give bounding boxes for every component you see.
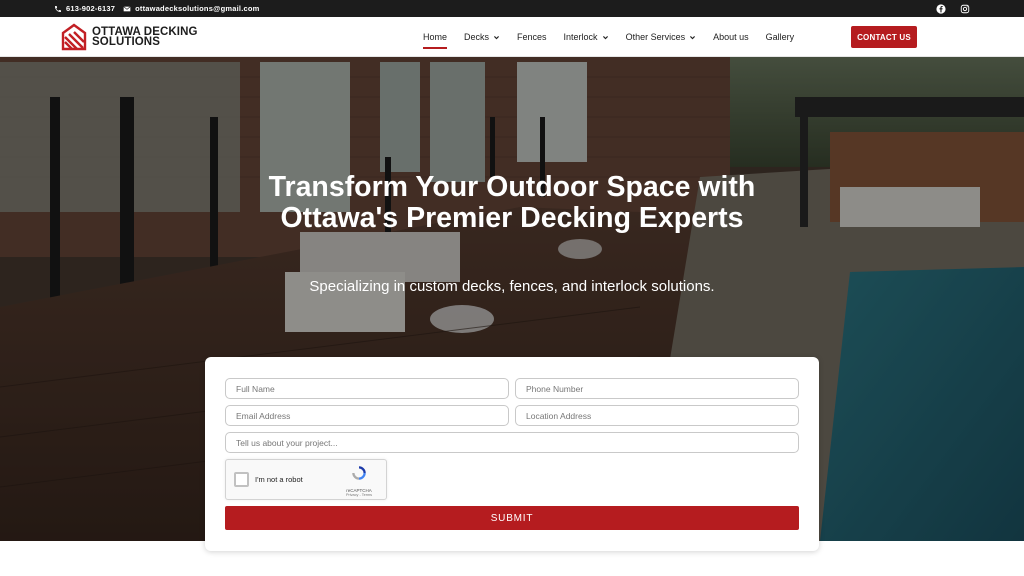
quote-form-card: Full Name Phone Number Email Address Loc… xyxy=(205,357,819,551)
nav-other-services[interactable]: Other Services xyxy=(626,17,697,57)
email-text: ottawadecksolutions@gmail.com xyxy=(135,4,260,13)
submit-button[interactable]: SUBMIT xyxy=(225,506,799,530)
site-header: OTTAWA DECKING SOLUTIONS Home Decks Fenc… xyxy=(0,17,1024,57)
chevron-down-icon xyxy=(602,35,608,39)
main-nav: Home Decks Fences Interlock Other Servic… xyxy=(423,17,794,57)
recaptcha-widget: I'm not a robot reCAPTCHA Privacy - Term… xyxy=(225,459,387,500)
recaptcha-brand: reCAPTCHA Privacy - Terms xyxy=(338,464,380,497)
nav-home-label: Home xyxy=(423,32,448,42)
contact-info: 613-902-6137 ottawadecksolutions@gmail.c… xyxy=(54,0,260,17)
nav-fences-label: Fences xyxy=(517,32,547,42)
nav-interlock[interactable]: Interlock xyxy=(564,17,609,57)
contact-us-button[interactable]: CONTACT US xyxy=(851,26,917,48)
envelope-icon xyxy=(123,5,131,11)
instagram-icon[interactable] xyxy=(960,4,970,14)
recaptcha-links[interactable]: Privacy - Terms xyxy=(338,493,380,497)
logo-text: OTTAWA DECKING SOLUTIONS xyxy=(92,26,198,48)
nav-about-us-label: About us xyxy=(713,32,749,42)
email-link[interactable]: ottawadecksolutions@gmail.com xyxy=(123,4,259,13)
email-address-input[interactable]: Email Address xyxy=(225,405,509,426)
location-address-input[interactable]: Location Address xyxy=(515,405,799,426)
top-contact-bar: 613-902-6137 ottawadecksolutions@gmail.c… xyxy=(0,0,1024,17)
nav-interlock-label: Interlock xyxy=(563,32,598,42)
logo-mark-icon xyxy=(61,23,87,51)
project-details-input[interactable]: Tell us about your project... xyxy=(225,432,799,453)
chevron-down-icon xyxy=(494,35,500,39)
hero-title: Transform Your Outdoor Space with Ottawa… xyxy=(268,171,756,234)
nav-fences[interactable]: Fences xyxy=(517,17,547,57)
logo-line-2: SOLUTIONS xyxy=(92,36,160,48)
nav-decks-label: Decks xyxy=(464,32,490,42)
phone-icon xyxy=(55,5,61,12)
nav-about-us[interactable]: About us xyxy=(713,17,749,57)
nav-other-services-label: Other Services xyxy=(625,32,686,42)
nav-gallery[interactable]: Gallery xyxy=(766,17,795,57)
recaptcha-logo-icon xyxy=(352,466,366,480)
phone-number-input[interactable]: Phone Number xyxy=(515,378,799,399)
chevron-down-icon xyxy=(690,35,696,39)
hero-subtitle: Specializing in custom decks, fences, an… xyxy=(309,278,715,295)
site-logo[interactable]: OTTAWA DECKING SOLUTIONS xyxy=(61,23,198,51)
phone-link[interactable]: 613-902-6137 xyxy=(54,4,115,13)
nav-home[interactable]: Home xyxy=(423,17,448,57)
recaptcha-label: I'm not a robot xyxy=(255,475,303,484)
full-name-input[interactable]: Full Name xyxy=(225,378,509,399)
nav-gallery-label: Gallery xyxy=(765,32,795,42)
phone-text: 613-902-6137 xyxy=(66,4,116,13)
social-links xyxy=(936,0,970,17)
recaptcha-checkbox[interactable] xyxy=(234,472,249,487)
nav-decks[interactable]: Decks xyxy=(464,17,500,57)
facebook-icon[interactable] xyxy=(936,3,946,14)
